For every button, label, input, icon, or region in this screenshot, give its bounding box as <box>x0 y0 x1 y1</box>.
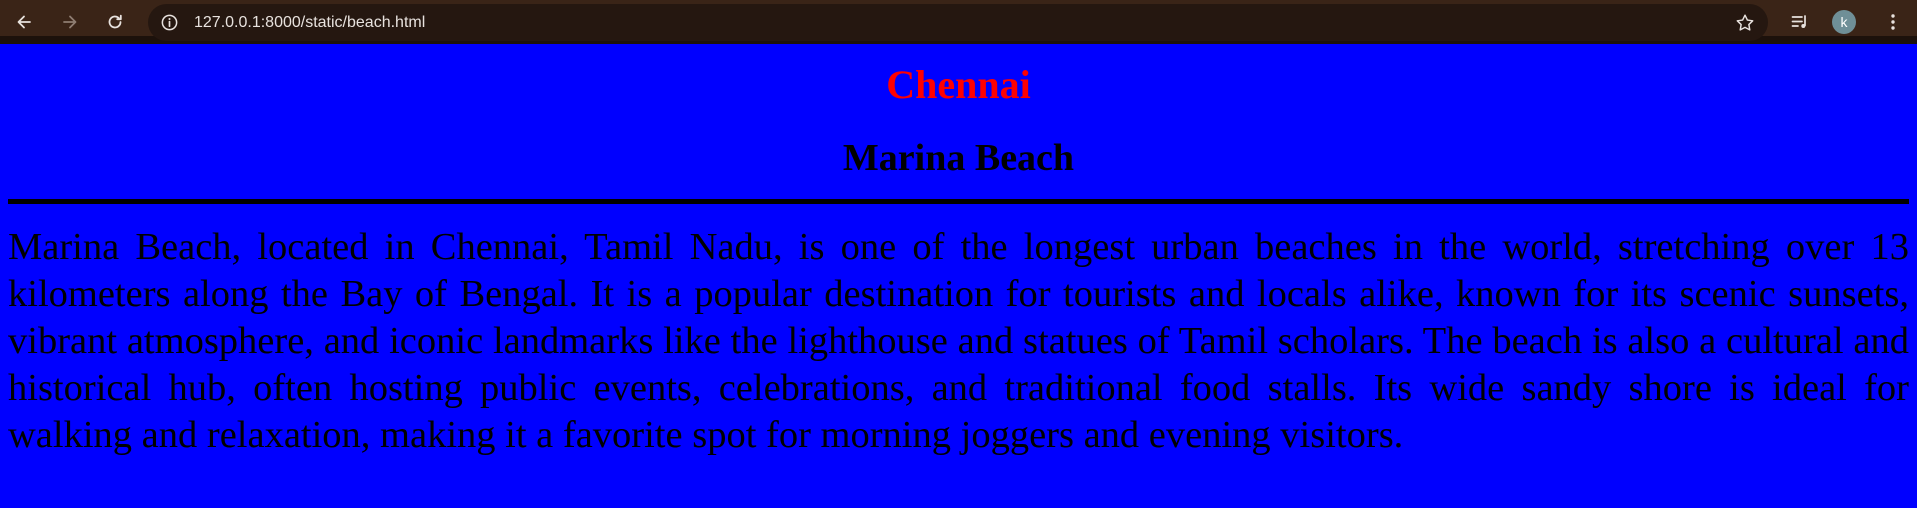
beach-title: Marina Beach <box>842 137 1075 179</box>
back-arrow-icon <box>17 15 31 29</box>
beach-description: Marina Beach, located in Chennai, Tamil … <box>8 226 1909 456</box>
city-title: Chennai <box>886 62 1031 107</box>
profile-avatar[interactable]: k <box>1832 10 1856 34</box>
kebab-menu-icon <box>1891 14 1895 30</box>
media-control-icon <box>1791 15 1806 28</box>
star-icon[interactable] <box>1734 12 1756 34</box>
info-icon[interactable] <box>160 13 179 32</box>
reload-button[interactable] <box>99 7 131 37</box>
browser-toolbar: 127.0.0.1:8000/static/beach.html k <box>0 0 1917 44</box>
forward-arrow-icon <box>63 15 77 29</box>
address-bar[interactable]: 127.0.0.1:8000/static/beach.html <box>148 4 1768 41</box>
media-control-button[interactable] <box>1784 7 1816 37</box>
browser-menu-button[interactable] <box>1877 7 1909 37</box>
reload-icon <box>108 14 122 29</box>
url-text[interactable]: 127.0.0.1:8000/static/beach.html <box>194 13 425 32</box>
forward-button[interactable] <box>54 7 86 37</box>
back-button[interactable] <box>8 7 40 37</box>
page-content: Chennai Marina Beach Marina Beach, locat… <box>0 52 1917 508</box>
horizontal-rule <box>8 199 1909 204</box>
